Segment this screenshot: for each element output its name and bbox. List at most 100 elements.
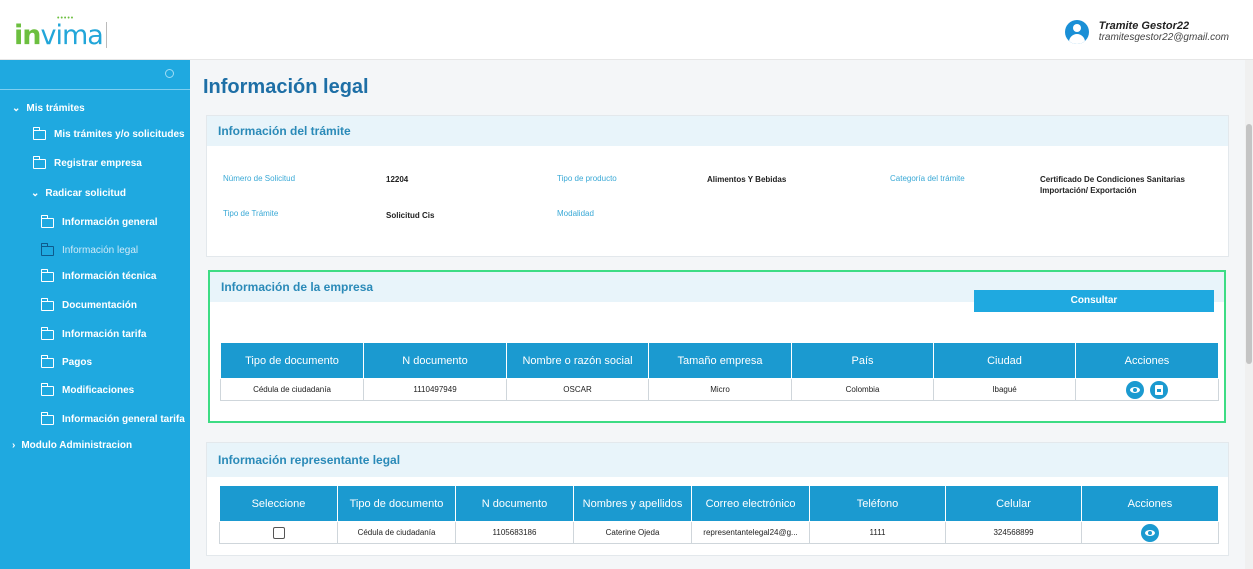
sidebar-item-informacion-general[interactable]: Información general bbox=[40, 214, 158, 228]
sidebar-item-informacion-tecnica[interactable]: Información técnica bbox=[40, 268, 157, 282]
sidebar-item-label: Modificaciones bbox=[62, 385, 135, 396]
sidebar-item-label: Modulo Administracion bbox=[21, 440, 133, 451]
sidebar-group-modulo-administracion[interactable]: › Modulo Administracion bbox=[12, 440, 132, 451]
table-cell: Caterine Ojeda bbox=[573, 521, 692, 544]
table-cell: Cédula de ciudadanía bbox=[337, 521, 456, 544]
column-header: N documento bbox=[455, 485, 574, 522]
invima-logo[interactable]: invima bbox=[14, 20, 104, 51]
representante-card: Información representante legal Seleccio… bbox=[206, 442, 1229, 556]
consultar-button[interactable]: Consultar bbox=[974, 290, 1214, 312]
sidebar-search-bar bbox=[0, 60, 190, 90]
sidebar-item-registrar-empresa[interactable]: Registrar empresa bbox=[32, 155, 142, 169]
sidebar-item-label: Información general tarifa bbox=[62, 414, 185, 425]
column-header: N documento bbox=[363, 342, 507, 379]
search-icon[interactable] bbox=[165, 69, 174, 78]
folder-icon bbox=[32, 155, 46, 169]
tipo-producto-label: Tipo de producto bbox=[557, 174, 617, 183]
tipo-producto-value: Alimentos Y Bebidas bbox=[707, 175, 787, 184]
table-cell: 324568899 bbox=[945, 521, 1082, 544]
numero-solicitud-value: 12204 bbox=[386, 175, 409, 184]
user-avatar-icon[interactable] bbox=[1064, 20, 1089, 44]
logo-divider bbox=[106, 22, 107, 48]
table-cell: Ibagué bbox=[933, 378, 1076, 401]
page-scrollbar[interactable] bbox=[1245, 60, 1253, 569]
table-header-row: Tipo de documento N documento Nombre o r… bbox=[220, 342, 1219, 379]
scrollbar-thumb[interactable] bbox=[1246, 124, 1252, 364]
column-header: Ciudad bbox=[933, 342, 1076, 379]
select-checkbox[interactable] bbox=[272, 526, 285, 539]
sidebar-item-label: Mis trámites y/o solicitudes bbox=[54, 129, 185, 140]
column-header: Tipo de documento bbox=[337, 485, 456, 522]
folder-icon bbox=[32, 126, 46, 140]
table-cell: Cédula de ciudadanía bbox=[220, 378, 364, 401]
column-header: Seleccione bbox=[219, 485, 338, 522]
tipo-tramite-label: Tipo de Trámite bbox=[223, 209, 279, 218]
sidebar-item-informacion-tarifa[interactable]: Información tarifa bbox=[40, 326, 147, 340]
sidebar-item-label: Información técnica bbox=[62, 271, 157, 282]
table-cell: 1110497949 bbox=[363, 378, 507, 401]
sidebar-item-pagos[interactable]: Pagos bbox=[40, 354, 93, 368]
table-cell: 1111 bbox=[809, 521, 946, 544]
sidebar-item-label: Documentación bbox=[62, 300, 138, 311]
sidebar-item-label: Información general bbox=[62, 217, 158, 228]
sidebar-item-label: Información tarifa bbox=[62, 329, 147, 340]
representante-card-heading: Información representante legal bbox=[207, 443, 1228, 477]
column-header: Tamaño empresa bbox=[648, 342, 792, 379]
column-header: País bbox=[791, 342, 934, 379]
tramite-card-heading: Información del trámite bbox=[207, 116, 1228, 146]
table-header-row: Seleccione Tipo de documento N documento… bbox=[219, 485, 1219, 522]
chevron-down-icon: ⌄ bbox=[31, 188, 40, 199]
numero-solicitud-label: Número de Solicitud bbox=[223, 174, 296, 183]
empresa-card: Información de la empresa Consultar Tipo… bbox=[208, 270, 1226, 423]
table-cell: OSCAR bbox=[506, 378, 649, 401]
sidebar-item-documentacion[interactable]: Documentación bbox=[40, 297, 138, 311]
document-icon[interactable] bbox=[1150, 380, 1168, 399]
folder-icon bbox=[40, 268, 54, 282]
page-title: Información legal bbox=[203, 76, 369, 98]
column-header: Acciones bbox=[1081, 485, 1219, 522]
folder-icon bbox=[40, 242, 54, 256]
actions-cell bbox=[1075, 378, 1219, 401]
folder-icon bbox=[40, 411, 54, 425]
select-cell bbox=[219, 521, 338, 544]
categoria-tramite-value: Certificado De Condiciones Sanitarias Im… bbox=[1040, 175, 1185, 195]
sidebar-item-informacion-general-tarifa[interactable]: Información general tarifa bbox=[40, 411, 185, 425]
table-row: Cédula de ciudadanía 1105683186 Caterine… bbox=[219, 521, 1219, 544]
modalidad-label: Modalidad bbox=[557, 209, 594, 218]
sidebar-item-label: Pagos bbox=[62, 357, 93, 368]
folder-icon bbox=[40, 297, 54, 311]
sidebar: ⌄ Mis trámites Mis trámites y/o solicitud… bbox=[0, 60, 190, 569]
sidebar-group-mis-tramites[interactable]: ⌄ Mis trámites bbox=[12, 103, 85, 114]
folder-icon bbox=[40, 382, 54, 396]
representante-table: Seleccione Tipo de documento N documento… bbox=[219, 485, 1219, 544]
column-header: Nombre o razón social bbox=[506, 342, 649, 379]
user-menu[interactable]: Tramite Gestor22 tramitesgestor22@gmail.… bbox=[1064, 20, 1229, 44]
column-header: Tipo de documento bbox=[220, 342, 364, 379]
tipo-tramite-value: Solicitud Cis bbox=[386, 211, 435, 220]
sidebar-item-modificaciones[interactable]: Modificaciones bbox=[40, 382, 135, 396]
tramite-card: Información del trámite Número de Solici… bbox=[206, 115, 1229, 257]
top-bar: ••••• invima Tramite Gestor22 tramitesge… bbox=[0, 0, 1253, 60]
column-header: Correo electrónico bbox=[691, 485, 810, 522]
column-header: Teléfono bbox=[809, 485, 946, 522]
table-row: Cédula de ciudadanía 1110497949 OSCAR Mi… bbox=[220, 378, 1219, 401]
sidebar-group-radicar-solicitud[interactable]: ⌄ Radicar solicitud bbox=[31, 188, 126, 199]
user-email: tramitesgestor22@gmail.com bbox=[1098, 32, 1229, 43]
column-header: Celular bbox=[945, 485, 1082, 522]
sidebar-item-informacion-legal[interactable]: Información legal bbox=[40, 242, 139, 256]
column-header: Nombres y apellidos bbox=[573, 485, 692, 522]
chevron-right-icon: › bbox=[12, 440, 16, 451]
folder-icon bbox=[40, 354, 54, 368]
view-icon[interactable] bbox=[1126, 380, 1144, 399]
sidebar-item-label: Registrar empresa bbox=[54, 158, 142, 169]
user-name: Tramite Gestor22 bbox=[1098, 20, 1190, 32]
categoria-tramite-label: Categoría del trámite bbox=[890, 174, 965, 183]
folder-icon bbox=[40, 326, 54, 340]
table-cell: Micro bbox=[648, 378, 792, 401]
empresa-table: Tipo de documento N documento Nombre o r… bbox=[220, 342, 1219, 401]
sidebar-item-mis-tramites-solicitudes[interactable]: Mis trámites y/o solicitudes bbox=[32, 126, 185, 140]
sidebar-group-label: Mis trámites bbox=[26, 103, 85, 114]
sidebar-item-label: Información legal bbox=[62, 245, 139, 256]
view-icon[interactable] bbox=[1141, 523, 1159, 542]
table-cell: representantelegal24@g... bbox=[691, 521, 810, 544]
